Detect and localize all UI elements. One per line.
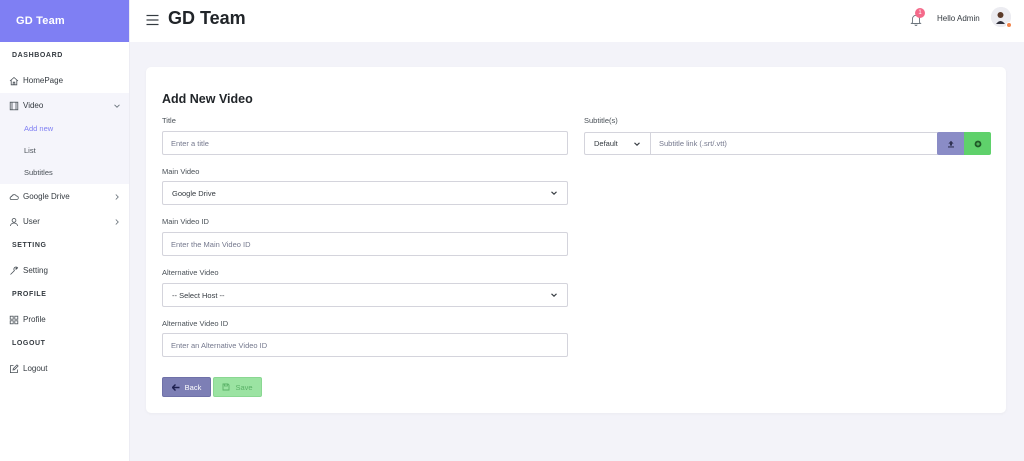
wrench-icon bbox=[9, 266, 19, 276]
upload-icon bbox=[947, 135, 955, 153]
chevron-down-icon bbox=[550, 189, 558, 197]
back-button-label: Back bbox=[184, 382, 202, 392]
avatar[interactable] bbox=[991, 7, 1012, 28]
alt-video-selected: -- Select Host -- bbox=[172, 290, 225, 300]
sidebar-item-label: Video bbox=[23, 101, 44, 110]
sidebar-item-logout[interactable]: Logout bbox=[0, 356, 129, 381]
chevron-down-icon bbox=[113, 102, 121, 110]
brand-logo[interactable]: GD Team bbox=[0, 0, 129, 42]
sidebar-menu: DASHBOARD HomePage Video Add new List Su… bbox=[0, 42, 129, 381]
sidebar-item-user[interactable]: User bbox=[0, 209, 129, 234]
add-video-card: Add New Video Title Enter a title Main V… bbox=[146, 67, 1006, 413]
sidebar-subitem-add-new[interactable]: Add new bbox=[0, 118, 129, 140]
save-button-label: Save bbox=[235, 382, 253, 392]
sidebar: GD Team DASHBOARD HomePage Video Add new… bbox=[0, 0, 130, 461]
page-title: GD Team bbox=[168, 8, 246, 28]
alt-video-id-label: Alternative Video ID bbox=[162, 319, 229, 328]
video-submenu: Add new List Subtitles bbox=[0, 118, 129, 184]
alt-video-label: Alternative Video bbox=[162, 268, 219, 277]
brand-name: GD Team bbox=[16, 15, 65, 27]
sidebar-item-video[interactable]: Video bbox=[0, 93, 129, 118]
menu-title-profile: PROFILE bbox=[12, 291, 47, 298]
notification-badge: 1 bbox=[915, 8, 925, 18]
main-video-selected: Google Drive bbox=[172, 188, 216, 198]
save-button[interactable]: Save bbox=[213, 377, 262, 397]
plus-circle-icon bbox=[974, 135, 982, 153]
menu-toggle-icon[interactable] bbox=[146, 13, 159, 26]
user-greeting[interactable]: Hello Admin bbox=[937, 14, 980, 23]
sidebar-item-label: HomePage bbox=[23, 76, 64, 85]
cloud-icon bbox=[9, 192, 19, 202]
title-input-placeholder: Enter a title bbox=[171, 138, 209, 148]
subtitle-link-placeholder: Subtitle link (.srt/.vtt) bbox=[659, 139, 727, 148]
sidebar-item-label: Setting bbox=[23, 266, 48, 275]
subtitle-language-select[interactable]: Default bbox=[584, 132, 651, 155]
title-label: Title bbox=[162, 116, 176, 125]
sidebar-item-homepage[interactable]: HomePage bbox=[0, 68, 129, 93]
film-icon bbox=[9, 101, 19, 111]
subtitle-language-selected: Default bbox=[594, 139, 618, 148]
sidebar-item-label: Profile bbox=[23, 315, 46, 324]
upload-subtitle-button[interactable] bbox=[937, 132, 964, 155]
title-input[interactable]: Enter a title bbox=[162, 131, 568, 155]
main-video-id-input[interactable]: Enter the Main Video ID bbox=[162, 232, 568, 256]
sidebar-item-google-drive[interactable]: Google Drive bbox=[0, 184, 129, 209]
main-video-select[interactable]: Google Drive bbox=[162, 181, 568, 205]
subtitle-link-input[interactable]: Subtitle link (.srt/.vtt) bbox=[650, 132, 938, 155]
chevron-right-icon bbox=[113, 218, 121, 226]
sidebar-item-profile[interactable]: Profile bbox=[0, 307, 129, 332]
back-button[interactable]: Back bbox=[162, 377, 211, 397]
sidebar-item-label: Google Drive bbox=[23, 192, 70, 201]
add-subtitle-button[interactable] bbox=[964, 132, 991, 155]
menu-title-logout: LOGOUT bbox=[12, 340, 46, 347]
sidebar-item-label: User bbox=[23, 217, 40, 226]
subtitles-label: Subtitle(s) bbox=[584, 116, 618, 125]
grid-icon bbox=[9, 315, 19, 325]
menu-title-setting: SETTING bbox=[12, 242, 47, 249]
user-icon bbox=[9, 217, 19, 227]
form-heading: Add New Video bbox=[162, 92, 253, 106]
topbar: GD Team 1 Hello Admin bbox=[130, 0, 1024, 42]
menu-title-dashboard: DASHBOARD bbox=[12, 52, 63, 59]
sidebar-item-label: Logout bbox=[23, 364, 48, 373]
arrow-left-icon bbox=[171, 383, 180, 391]
chevron-down-icon bbox=[550, 291, 558, 299]
sidebar-item-setting[interactable]: Setting bbox=[0, 258, 129, 283]
edit-icon bbox=[9, 363, 19, 374]
chevron-down-icon bbox=[633, 140, 641, 148]
alt-video-id-input[interactable]: Enter an Alternative Video ID bbox=[162, 333, 568, 357]
chevron-right-icon bbox=[113, 193, 121, 201]
main-video-label: Main Video bbox=[162, 167, 200, 176]
alt-video-select[interactable]: -- Select Host -- bbox=[162, 283, 568, 307]
sidebar-subitem-subtitles[interactable]: Subtitles bbox=[0, 162, 129, 184]
home-icon bbox=[9, 76, 19, 86]
online-status-dot bbox=[1006, 22, 1012, 28]
save-icon bbox=[222, 383, 230, 391]
alt-video-id-placeholder: Enter an Alternative Video ID bbox=[171, 340, 268, 350]
sidebar-subitem-list[interactable]: List bbox=[0, 140, 129, 162]
main-video-id-label: Main Video ID bbox=[162, 217, 209, 226]
main-video-id-placeholder: Enter the Main Video ID bbox=[171, 239, 251, 249]
